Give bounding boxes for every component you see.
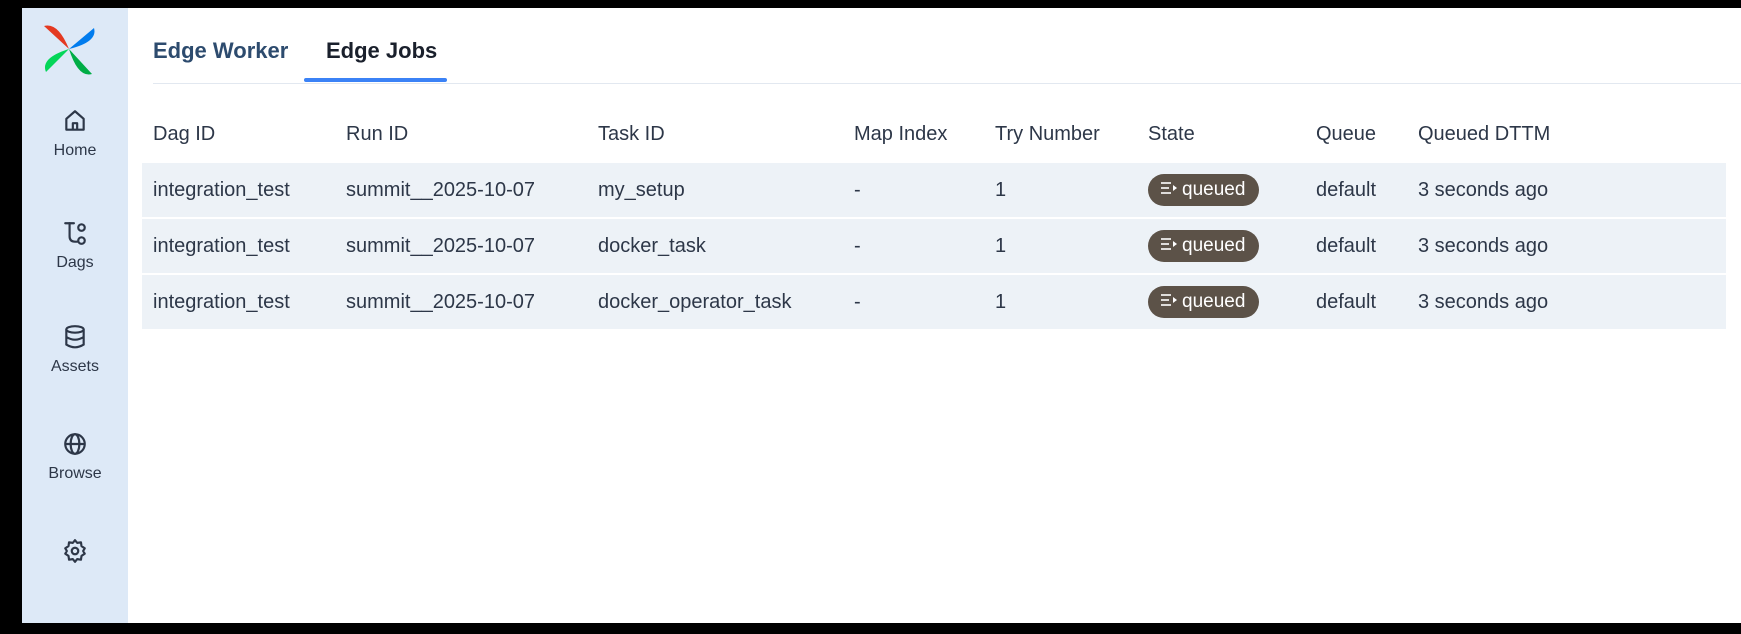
cell-map-index: - (854, 291, 861, 313)
cell-state: queued (1148, 275, 1260, 318)
cell-dag-id[interactable]: integration_test (153, 163, 290, 217)
window-frame-left (0, 0, 22, 634)
sidebar-item-label: Home (53, 142, 97, 159)
cell-queued-dttm: 3 seconds ago (1418, 179, 1549, 201)
state-label: queued (1182, 235, 1246, 256)
sidebar-item-label: Browse (48, 465, 102, 482)
column-header-queued-dttm[interactable]: Queued DTTM (1418, 105, 1550, 163)
cell-queue: default (1316, 179, 1377, 201)
column-header-task-id[interactable]: Task ID (598, 105, 665, 163)
edge-jobs-table: Dag ID Run ID Task ID Map Index Try Numb… (142, 105, 1726, 331)
tab-bar: Edge Worker Edge Jobs (153, 8, 1741, 84)
window-frame-top (0, 0, 1741, 8)
table-row: integration_test summit__2025-10-07 dock… (142, 219, 1726, 275)
queued-icon (1161, 294, 1177, 306)
cell-dag-id[interactable]: integration_test (153, 275, 290, 329)
sidebar-item-home[interactable]: Home (22, 108, 128, 160)
column-header-queue[interactable]: Queue (1316, 105, 1376, 163)
cell-try-number: 1 (995, 291, 1007, 313)
window-frame-bottom (0, 623, 1741, 634)
cell-queue: default (1316, 291, 1377, 313)
cell-map-index: - (854, 179, 861, 201)
queued-icon (1161, 238, 1177, 250)
cell-queued-dttm: 3 seconds ago (1418, 291, 1549, 313)
table-header-row: Dag ID Run ID Task ID Map Index Try Numb… (142, 105, 1726, 163)
state-badge-queued: queued (1148, 286, 1260, 318)
cell-map-index: - (854, 235, 861, 257)
state-label: queued (1182, 291, 1246, 312)
column-header-dag-id[interactable]: Dag ID (153, 105, 215, 163)
cell-try-number: 1 (995, 235, 1007, 257)
sidebar-item-label: Dags (56, 254, 94, 271)
column-header-map-index[interactable]: Map Index (854, 105, 947, 163)
home-icon (65, 110, 85, 131)
dags-icon (64, 222, 86, 245)
cell-task-id[interactable]: docker_task (598, 219, 706, 273)
cell-try-number: 1 (995, 179, 1007, 201)
sidebar-item-browse[interactable]: Browse (22, 431, 128, 483)
sidebar-item-assets[interactable]: Assets (22, 324, 128, 376)
airflow-logo-icon[interactable] (40, 20, 98, 78)
sidebar: Home Dags Assets Browse (22, 8, 128, 623)
cell-dag-id[interactable]: integration_test (153, 219, 290, 273)
tab-edge-worker[interactable]: Edge Worker (153, 38, 288, 86)
globe-icon (64, 433, 86, 455)
queued-icon (1161, 182, 1177, 194)
column-header-state[interactable]: State (1148, 105, 1195, 163)
column-header-run-id[interactable]: Run ID (346, 105, 408, 163)
cell-run-id[interactable]: summit__2025-10-07 (346, 275, 535, 329)
active-tab-indicator (304, 78, 447, 82)
state-badge-queued: queued (1148, 174, 1260, 206)
cell-state: queued (1148, 219, 1260, 262)
cell-queued-dttm: 3 seconds ago (1418, 235, 1549, 257)
cell-state: queued (1148, 163, 1260, 206)
cell-queue: default (1316, 235, 1377, 257)
state-badge-queued: queued (1148, 230, 1260, 262)
table-row: integration_test summit__2025-10-07 my_s… (142, 163, 1726, 219)
sidebar-item-label: Assets (50, 358, 99, 375)
cell-run-id[interactable]: summit__2025-10-07 (346, 219, 535, 273)
gear-icon (64, 539, 86, 563)
column-header-try-number[interactable]: Try Number (995, 105, 1100, 163)
cell-run-id[interactable]: summit__2025-10-07 (346, 163, 535, 217)
state-label: queued (1182, 179, 1246, 200)
table-row: integration_test summit__2025-10-07 dock… (142, 275, 1726, 331)
cell-task-id[interactable]: my_setup (598, 163, 685, 217)
database-icon (65, 325, 85, 349)
sidebar-item-dags[interactable]: Dags (22, 220, 128, 272)
sidebar-item-admin[interactable] (22, 538, 128, 572)
cell-task-id[interactable]: docker_operator_task (598, 275, 791, 329)
